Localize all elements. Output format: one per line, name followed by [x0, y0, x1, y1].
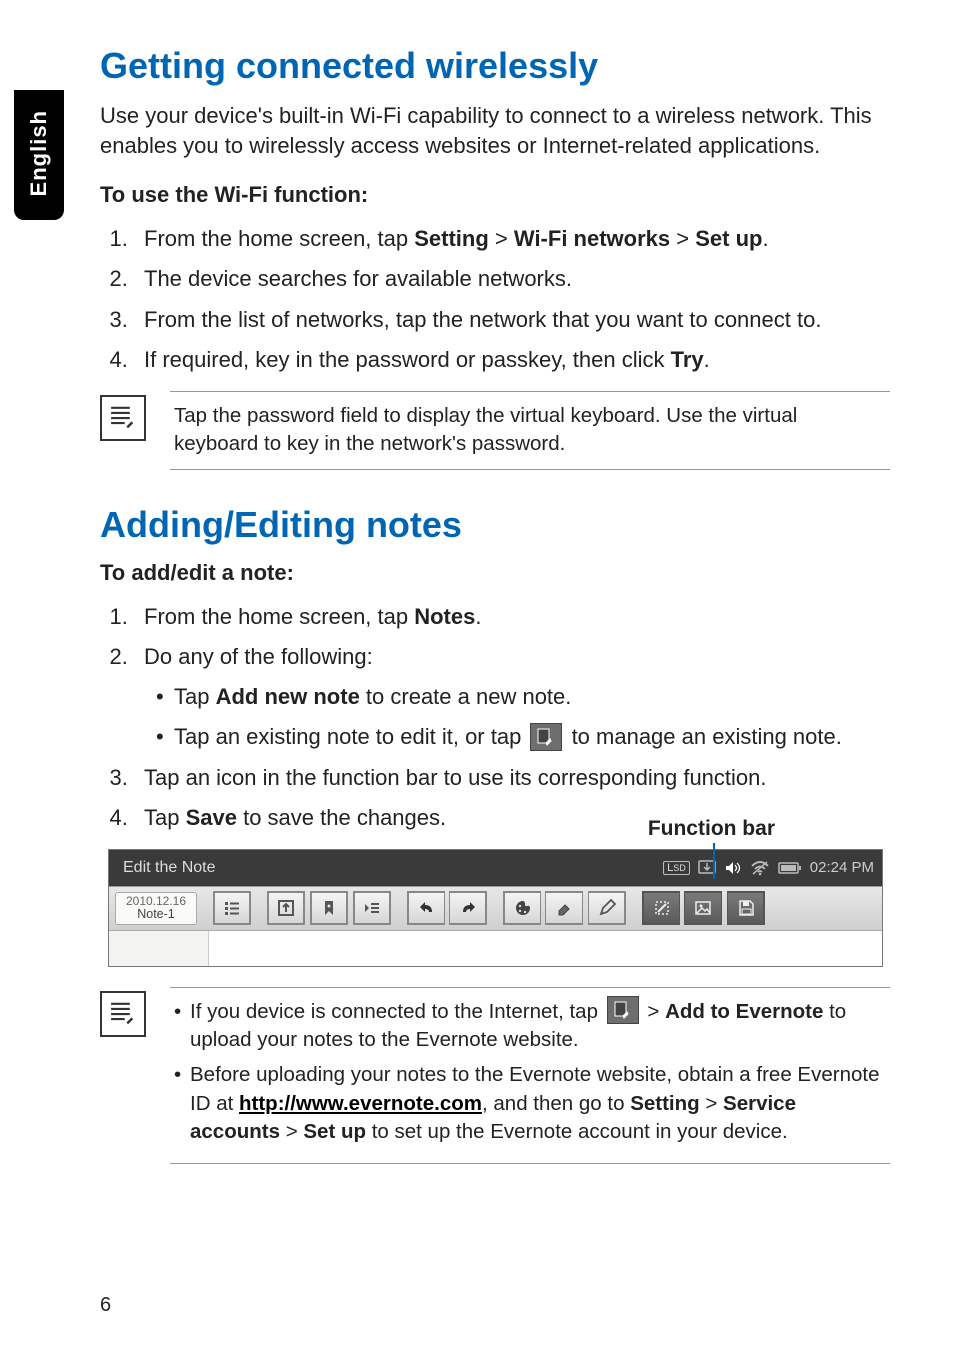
wifi-step-3: From the list of networks, tap the netwo…: [134, 303, 890, 337]
page-number: 6: [100, 1294, 111, 1317]
function-bar-pointer: [713, 843, 715, 879]
device-title: Edit the Note: [123, 859, 216, 877]
device-status-area: LSD 02:24 PM: [663, 859, 874, 876]
wifi-step-2: The device searches for available networ…: [134, 262, 890, 296]
toolbar-pen-icon[interactable]: [588, 891, 626, 925]
toolbar-crop-icon[interactable]: [642, 891, 680, 925]
notes-substeps: Tap Add new note to create a new note. T…: [144, 680, 890, 754]
toolbar-save-icon[interactable]: [727, 891, 765, 925]
notes-bullet-1: Tap Add new note to create a new note.: [174, 680, 890, 714]
status-sd-icon: LSD: [663, 861, 690, 875]
notes-subhead: To add/edit a note:: [100, 560, 890, 586]
evernote-link[interactable]: http://www.evernote.com: [239, 1092, 482, 1115]
note-icon: [100, 395, 146, 441]
toolbar-indent-icon[interactable]: [353, 891, 391, 925]
device-canvas: [109, 930, 882, 966]
wifi-steps: From the home screen, tap Setting > Wi-F…: [100, 222, 890, 376]
status-sound-icon: [724, 860, 742, 876]
section-intro-wireless: Use your device's built-in Wi-Fi capabil…: [100, 101, 890, 160]
status-wifi-icon: [750, 860, 770, 876]
evernote-note-item-1: If you device is connected to the Intern…: [174, 998, 886, 1055]
function-bar-label: Function bar: [648, 817, 775, 841]
notes-bullet-2: Tap an existing note to edit it, or tap …: [174, 720, 890, 754]
wifi-step-1: From the home screen, tap Setting > Wi-F…: [134, 222, 890, 256]
evernote-note: If you device is connected to the Intern…: [100, 987, 890, 1164]
status-time: 02:24 PM: [810, 859, 874, 876]
language-tab-label: English: [26, 110, 52, 196]
toolbar-list-icon[interactable]: [213, 891, 251, 925]
notes-step-1: From the home screen, tap Notes.: [134, 600, 890, 634]
wifi-note-text: Tap the password field to display the vi…: [170, 391, 890, 470]
evernote-note-item-2: Before uploading your notes to the Evern…: [174, 1061, 886, 1147]
toolbar-undo-icon[interactable]: [407, 891, 445, 925]
wifi-subhead: To use the Wi-Fi function:: [100, 182, 890, 208]
status-battery-icon: [778, 861, 802, 875]
manage-note-icon: [530, 723, 562, 751]
note-icon: [100, 991, 146, 1037]
toolbar-upload-icon[interactable]: [267, 891, 305, 925]
note-tag[interactable]: 2010.12.16 Note-1: [115, 892, 197, 925]
notes-step-2: Do any of the following: Tap Add new not…: [134, 640, 890, 754]
language-tab: English: [14, 90, 64, 220]
evernote-note-body: If you device is connected to the Intern…: [170, 987, 890, 1164]
device-screenshot: Edit the Note LSD 02:24 PM 2010.12.16 No…: [108, 849, 883, 967]
notes-step-3: Tap an icon in the function bar to use i…: [134, 761, 890, 795]
notes-step-4: Tap Save to save the changes.: [134, 801, 890, 835]
device-sidebar: [109, 931, 209, 966]
toolbar-palette-icon[interactable]: [503, 891, 541, 925]
section-heading-wireless: Getting connected wirelessly: [100, 45, 890, 87]
manage-note-icon: [607, 996, 639, 1024]
toolbar-image-icon[interactable]: [684, 891, 722, 925]
toolbar-bookmark-icon[interactable]: [310, 891, 348, 925]
toolbar-redo-icon[interactable]: [449, 891, 487, 925]
toolbar-eraser-icon[interactable]: [545, 891, 583, 925]
section-heading-notes: Adding/Editing notes: [100, 504, 890, 546]
wifi-step-4: If required, key in the password or pass…: [134, 343, 890, 377]
wifi-note: Tap the password field to display the vi…: [100, 391, 890, 470]
page-content: Getting connected wirelessly Use your de…: [100, 45, 890, 1194]
notes-steps: From the home screen, tap Notes. Do any …: [100, 600, 890, 835]
device-titlebar: Edit the Note LSD 02:24 PM: [109, 850, 882, 886]
device-function-bar: 2010.12.16 Note-1: [109, 886, 882, 930]
